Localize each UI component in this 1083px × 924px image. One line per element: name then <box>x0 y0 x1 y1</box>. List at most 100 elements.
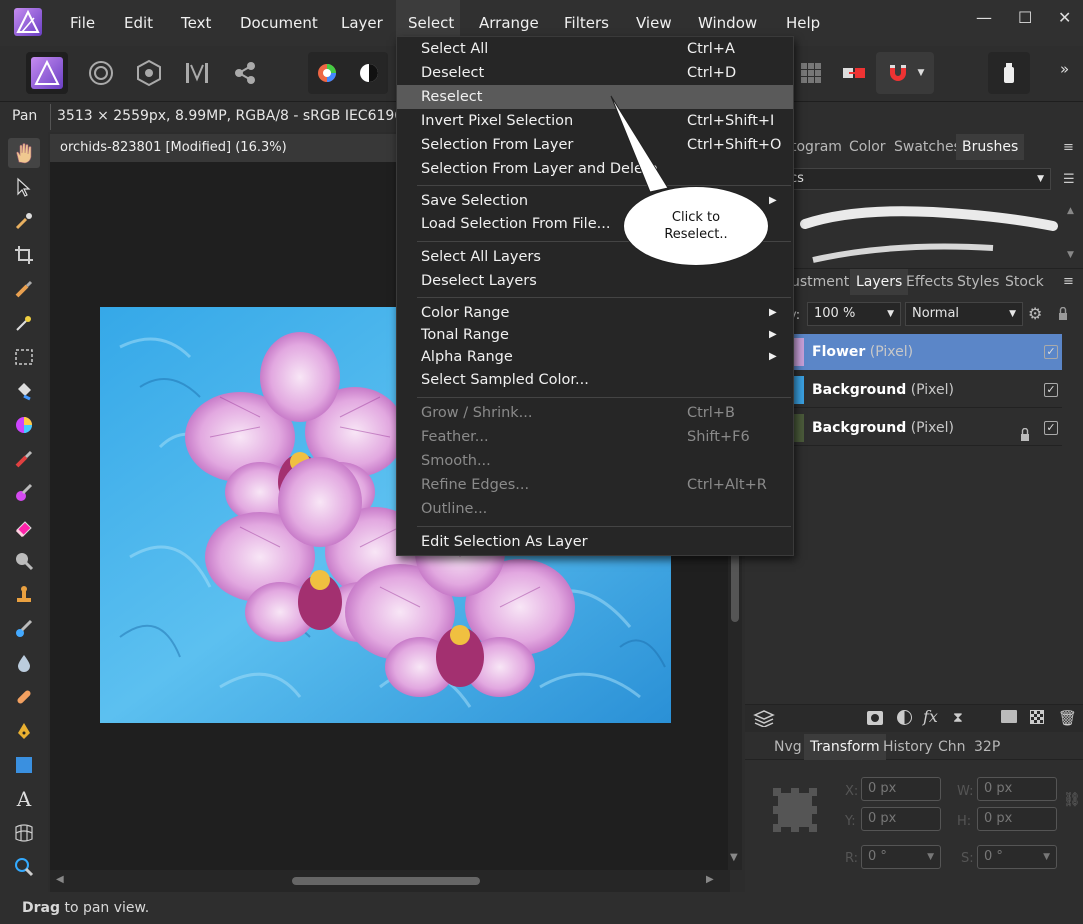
scroll-left-arrow-icon[interactable]: ◀ <box>56 874 64 885</box>
black-white-icon[interactable] <box>358 62 380 84</box>
gear-icon[interactable]: ⚙ <box>1028 304 1042 323</box>
pen-tool-icon[interactable] <box>8 716 40 746</box>
menu-feather[interactable]: Feather... Shift+F6 <box>397 425 793 449</box>
tab-history[interactable]: History <box>877 734 939 760</box>
adjustment-layer-icon[interactable] <box>897 710 912 725</box>
photo-persona-icon[interactable] <box>26 52 68 94</box>
export-persona-icon[interactable] <box>224 52 266 94</box>
color-replacement-icon[interactable] <box>8 478 40 508</box>
view-tool-hand-icon[interactable] <box>8 138 40 168</box>
clone-stamp-icon[interactable] <box>8 580 40 610</box>
gradient-tool-icon[interactable] <box>8 410 40 440</box>
menu-invert-pixel-selection[interactable]: Invert Pixel Selection Ctrl+Shift+I <box>397 109 793 133</box>
menu-edit[interactable]: Edit <box>112 0 165 46</box>
horizontal-scroll-thumb[interactable] <box>292 877 480 885</box>
menu-layer[interactable]: Layer <box>329 0 395 46</box>
layer-lock-icon[interactable] <box>1020 420 1030 441</box>
brush-category-select[interactable]: cs ▼ <box>785 168 1051 190</box>
develop-persona-icon[interactable] <box>128 52 170 94</box>
menu-select-sampled-color[interactable]: Select Sampled Color... <box>397 368 793 392</box>
lock-icon[interactable] <box>1058 306 1068 320</box>
dodge-tool-icon[interactable] <box>8 546 40 576</box>
fx-icon[interactable]: fx <box>923 707 938 726</box>
link-icon[interactable]: ⛓ <box>1063 792 1081 808</box>
live-filter-icon[interactable]: ⧗ <box>953 710 963 726</box>
liquify-persona-icon[interactable] <box>80 52 122 94</box>
blend-mode-select[interactable]: Normal ▼ <box>905 302 1023 326</box>
layer-visibility-checkbox[interactable]: ✓ <box>1044 421 1058 435</box>
layer-row-background-locked[interactable]: Background (Pixel) ✓ <box>790 410 1062 446</box>
healing-brush-icon[interactable] <box>8 682 40 712</box>
blemish-brush-icon[interactable] <box>8 614 40 644</box>
brush-scroll-down-icon[interactable]: ▼ <box>1067 250 1074 260</box>
assistant-icon[interactable] <box>988 52 1030 94</box>
x-field[interactable]: 0 px <box>861 777 941 801</box>
menu-document[interactable]: Document <box>228 0 330 46</box>
paint-brush-icon[interactable] <box>8 444 40 474</box>
menu-edit-selection-as-layer[interactable]: Edit Selection As Layer <box>397 530 793 554</box>
menu-tonal-range[interactable]: Tonal Range ▶ <box>397 323 793 347</box>
snapping-magnet-icon[interactable]: ▼ <box>876 52 934 94</box>
move-tool-icon[interactable] <box>8 172 40 202</box>
menu-reselect[interactable]: Reselect <box>397 85 793 109</box>
height-field[interactable]: 0 px <box>977 807 1057 831</box>
tab-histogram[interactable]: togram <box>785 134 848 160</box>
tab-adjustment[interactable]: ustment <box>785 269 855 295</box>
menu-smooth[interactable]: Smooth... <box>397 449 793 473</box>
tab-stock[interactable]: Stock <box>999 269 1050 295</box>
menu-deselect[interactable]: Deselect Ctrl+D <box>397 61 793 85</box>
menu-text[interactable]: Text <box>169 0 223 46</box>
snap-to-icon[interactable] <box>834 52 876 94</box>
color-picker-icon[interactable] <box>8 206 40 236</box>
menu-refine-edges[interactable]: Refine Edges... Ctrl+Alt+R <box>397 473 793 497</box>
grid-icon[interactable] <box>790 52 832 94</box>
rotation-field[interactable]: 0 ° ▼ <box>861 845 941 869</box>
tone-mapping-persona-icon[interactable] <box>176 52 218 94</box>
tab-navigator[interactable]: Nvg <box>768 734 808 760</box>
tab-channels[interactable]: Chn <box>932 734 972 760</box>
flood-select-icon[interactable] <box>8 308 40 338</box>
brush-scroll-up-icon[interactable]: ▲ <box>1067 206 1074 216</box>
anchor-selector-icon[interactable] <box>773 788 817 832</box>
layer-row-background[interactable]: Background (Pixel) ✓ <box>790 372 1062 408</box>
app-logo-icon[interactable] <box>14 8 42 36</box>
eraser-icon[interactable] <box>8 512 40 542</box>
menu-alpha-range[interactable]: Alpha Range ▶ <box>397 345 793 369</box>
blur-brush-icon[interactable] <box>8 648 40 678</box>
scroll-right-arrow-icon[interactable]: ▶ <box>706 874 714 885</box>
menu-grow-shrink[interactable]: Grow / Shrink... Ctrl+B <box>397 401 793 425</box>
layers-panel-menu-icon[interactable]: ≡ <box>1063 274 1074 289</box>
menu-selection-from-layer[interactable]: Selection From Layer Ctrl+Shift+O <box>397 133 793 157</box>
tab-transform[interactable]: Transform <box>804 734 886 760</box>
menu-selection-from-layer-and-delete[interactable]: Selection From Layer and Delete <box>397 157 793 181</box>
color-wheel-icon[interactable] <box>316 62 338 84</box>
marquee-tool-icon[interactable] <box>8 342 40 372</box>
crop-tool-icon[interactable] <box>8 240 40 270</box>
opacity-field[interactable]: 100 % ▼ <box>807 302 901 326</box>
minimize-button[interactable]: — <box>976 8 992 27</box>
layer-visibility-checkbox[interactable]: ✓ <box>1044 345 1058 359</box>
menu-file[interactable]: File <box>58 0 107 46</box>
rectangle-tool-icon[interactable] <box>8 750 40 780</box>
tab-32p[interactable]: 32P <box>968 734 1006 760</box>
menu-outline[interactable]: Outline... <box>397 497 793 521</box>
horizontal-scrollbar[interactable]: ◀ ▶ <box>50 870 730 892</box>
menu-select-all[interactable]: Select All Ctrl+A <box>397 37 793 61</box>
flood-fill-icon[interactable] <box>8 376 40 406</box>
layer-row-flower[interactable]: Flower (Pixel) ✓ <box>790 334 1062 370</box>
layers-stack-icon[interactable] <box>753 709 775 728</box>
toolbar-overflow-button[interactable]: » <box>1060 60 1069 78</box>
zoom-tool-icon[interactable] <box>8 852 40 882</box>
brush-preview-strokes[interactable] <box>793 198 1063 264</box>
group-folder-icon[interactable] <box>1001 710 1017 723</box>
menu-deselect-layers[interactable]: Deselect Layers <box>397 269 793 293</box>
tab-color[interactable]: Color <box>843 134 892 160</box>
mask-layer-icon[interactable] <box>867 711 883 725</box>
tab-styles[interactable]: Styles <box>951 269 1005 295</box>
layer-visibility-checkbox[interactable]: ✓ <box>1044 383 1058 397</box>
width-field[interactable]: 0 px <box>977 777 1057 801</box>
mesh-warp-icon[interactable] <box>8 818 40 848</box>
selection-brush-icon[interactable] <box>8 274 40 304</box>
scroll-down-arrow-icon[interactable]: ▼ <box>730 852 738 863</box>
brush-list-view-icon[interactable]: ☰ <box>1063 172 1075 187</box>
